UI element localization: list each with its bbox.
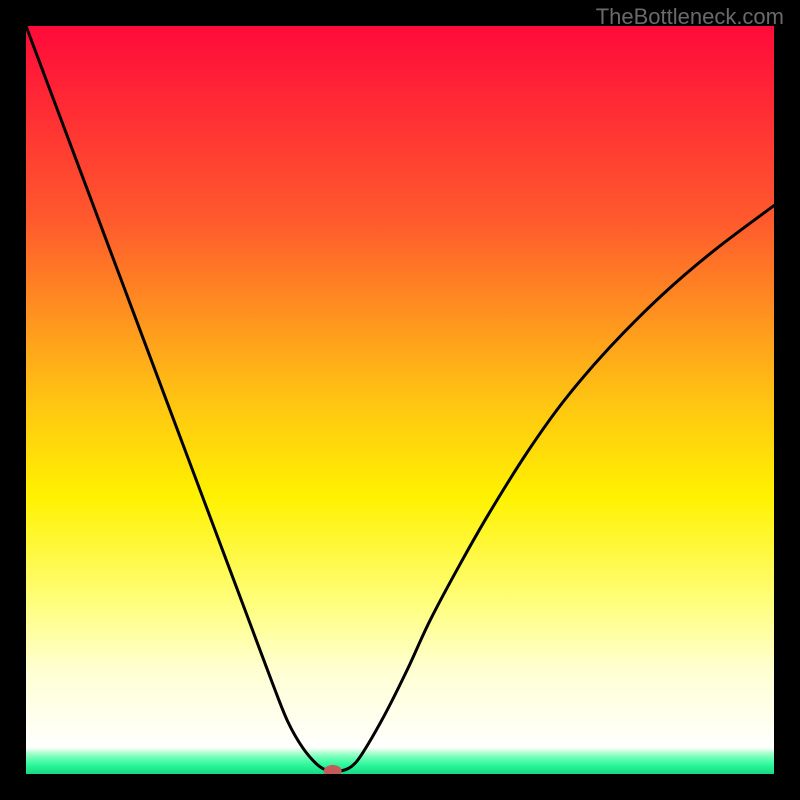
chart-plot-area (26, 26, 774, 774)
watermark-text: TheBottleneck.com (596, 4, 784, 30)
chart-background (26, 26, 774, 774)
chart-svg (26, 26, 774, 774)
